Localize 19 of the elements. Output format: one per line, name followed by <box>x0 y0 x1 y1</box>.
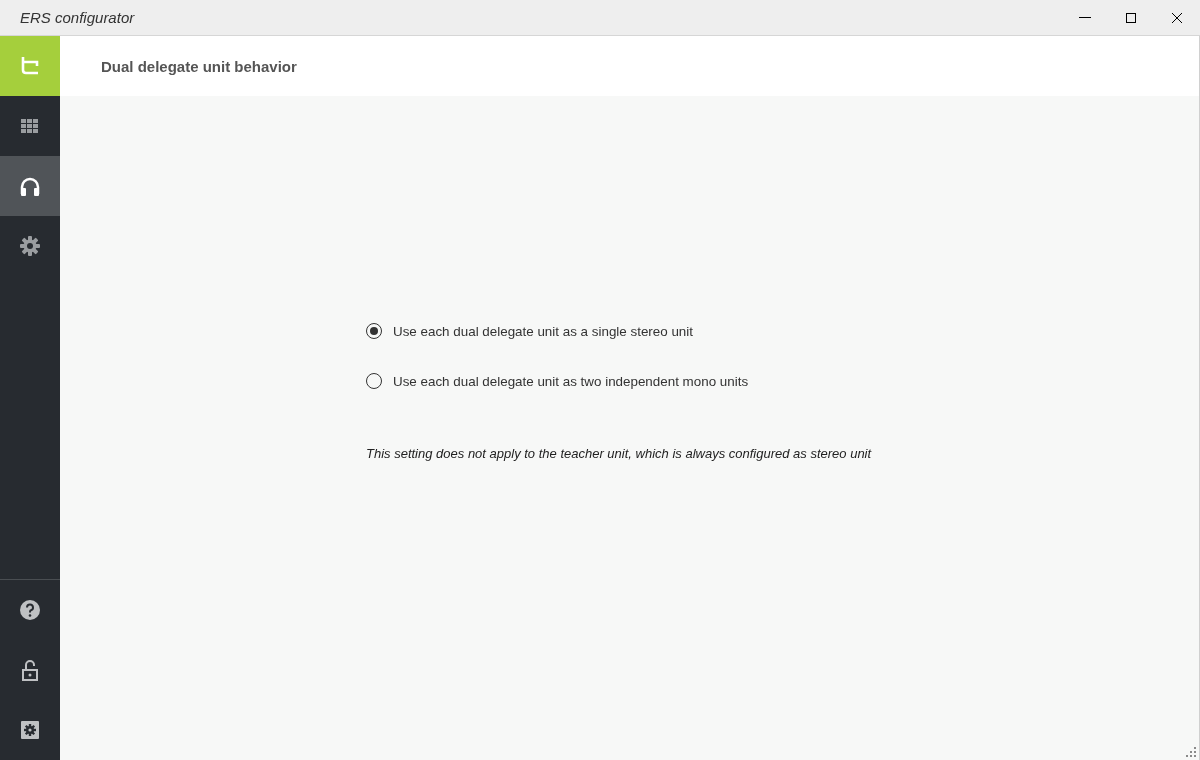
info-note: This setting does not apply to the teacher unit, which is always configured as stereo unit <box>366 446 873 461</box>
page-title: Dual delegate unit behavior <box>101 57 297 75</box>
radio-option[interactable]: Use each dual delegate unit as a single stereo unit <box>366 321 1199 341</box>
settings-icon <box>21 721 39 739</box>
window-title: ERS configurator <box>20 9 136 26</box>
maximize-icon <box>1125 11 1137 24</box>
help-icon <box>20 600 40 620</box>
radio-label: Use each dual delegate unit as two independent mono units <box>393 373 749 389</box>
logo-icon <box>20 57 40 75</box>
gear-icon <box>20 236 40 256</box>
minimize-icon <box>1079 17 1091 18</box>
resize-grip-icon <box>1186 747 1197 758</box>
sidebar-nav-item[interactable] <box>0 156 60 216</box>
close-icon <box>1171 11 1183 24</box>
unlocked-padlock-icon <box>22 659 38 681</box>
headphones-icon <box>20 176 40 196</box>
radio-option[interactable]: Use each dual delegate unit as two independent mono units <box>366 371 1199 391</box>
radio-label: Use each dual delegate unit as a single stereo unit <box>393 323 693 339</box>
grid-icon <box>21 119 39 133</box>
